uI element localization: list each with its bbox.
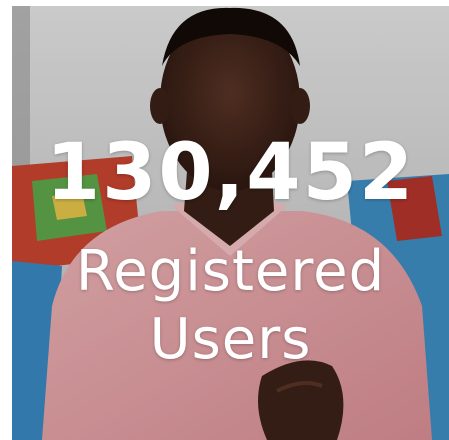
photo-overlay [12, 6, 449, 440]
stat-label: Registered Users [12, 238, 449, 374]
stat-value: 130,452 [45, 128, 416, 218]
stat-card: 130,452 Registered Users [12, 6, 449, 440]
stat-label-line2: Users [149, 307, 312, 372]
stat-label-line1: Registered [75, 239, 386, 304]
